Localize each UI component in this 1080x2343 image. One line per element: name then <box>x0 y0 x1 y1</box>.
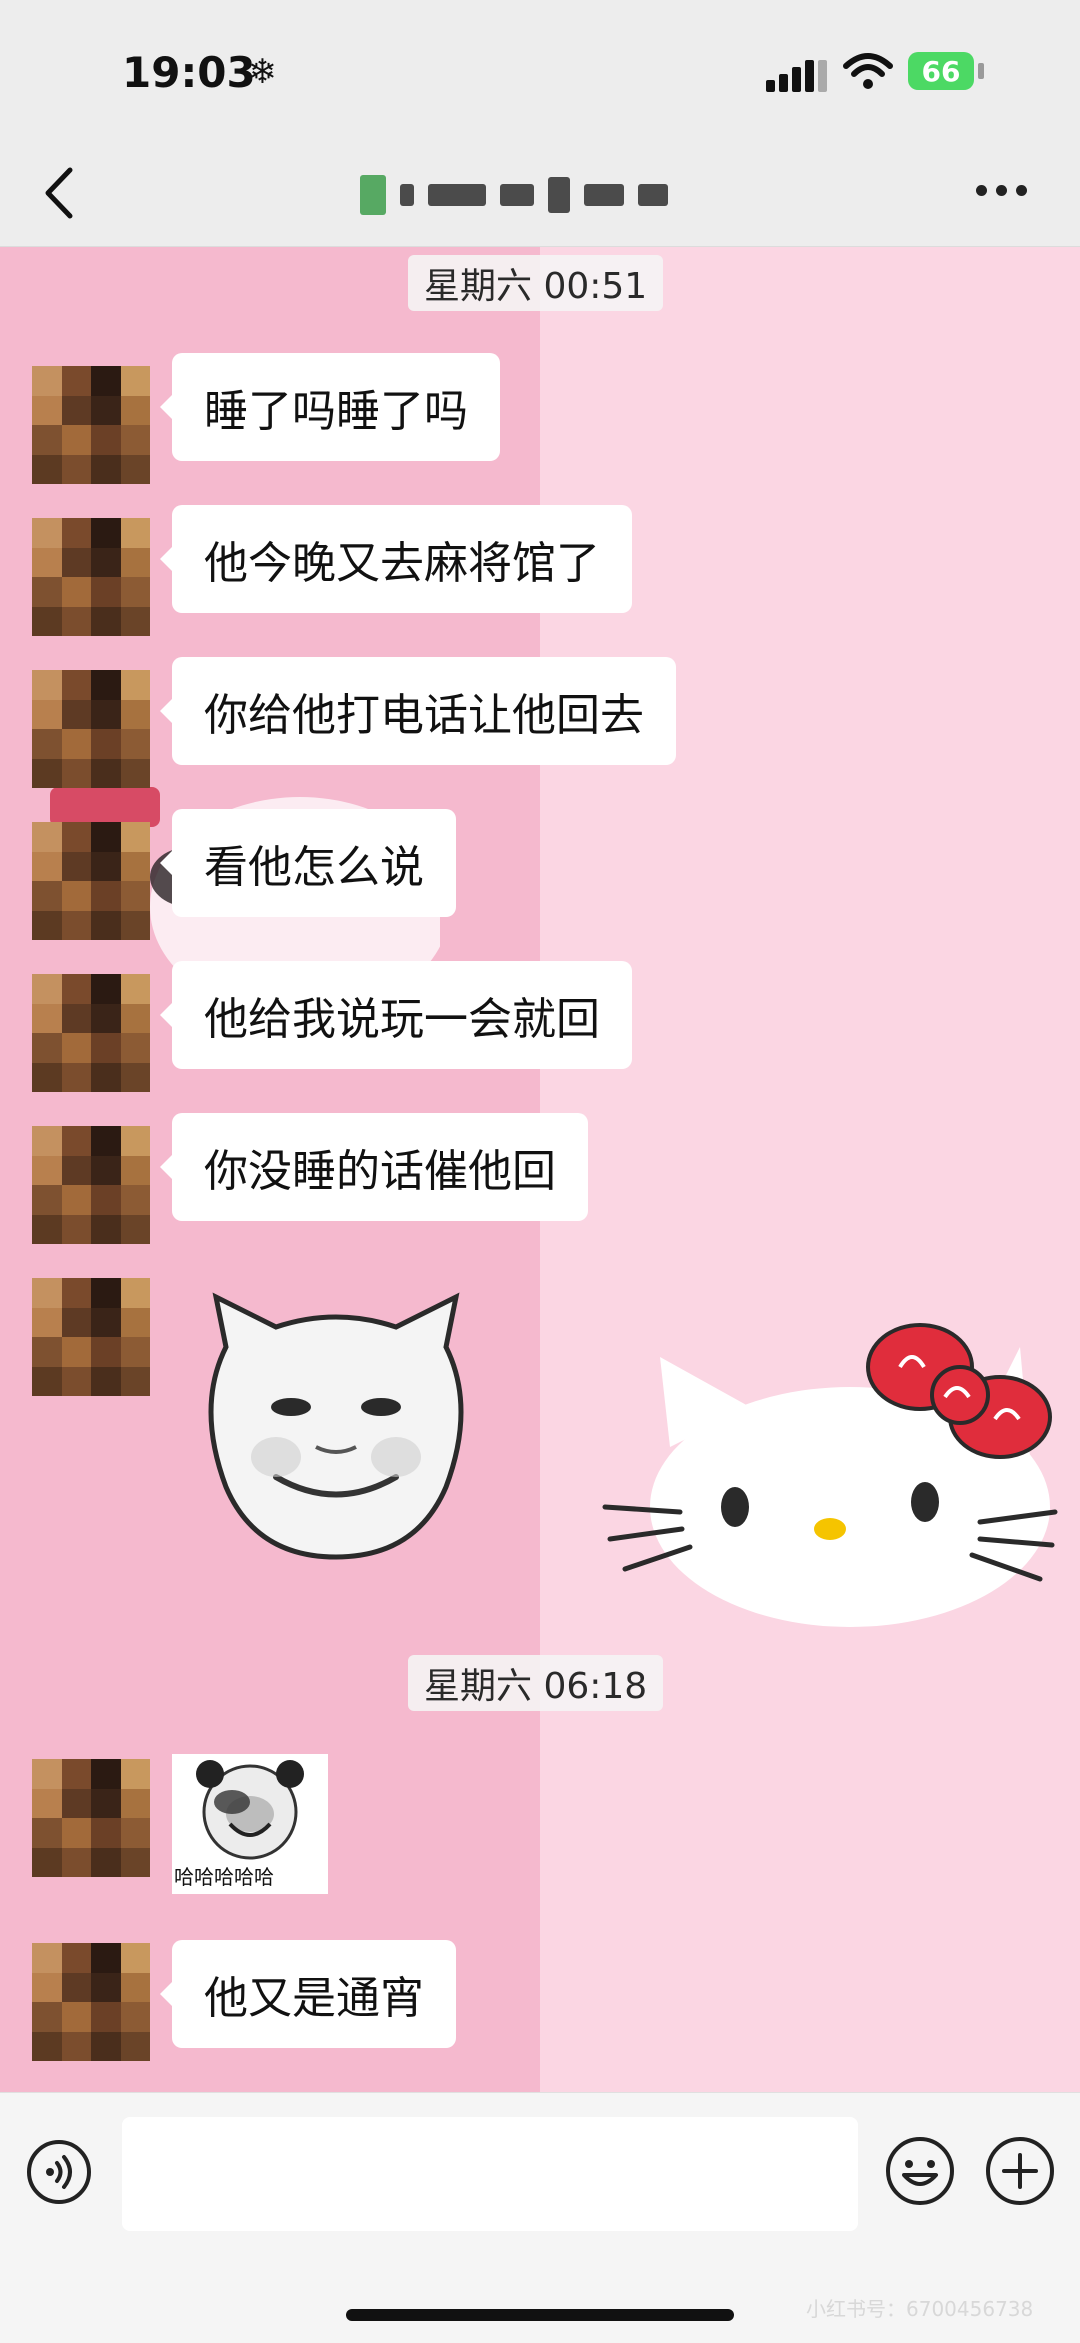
message-bubble[interactable]: 睡了吗睡了吗 <box>160 353 500 461</box>
plus-icon[interactable] <box>984 2135 1056 2207</box>
avatar[interactable] <box>32 1278 150 1396</box>
battery-icon: 66 <box>908 52 974 90</box>
message-text: 看他怎么说 <box>204 842 424 893</box>
message-input-bar: 小红书号：6700456738 <box>0 2092 1080 2343</box>
message-bubble[interactable]: 他又是通宵 <box>160 1940 456 2048</box>
watermark-text: 小红书号：6700456738 <box>806 2297 1034 2321</box>
more-dots-icon[interactable] <box>976 180 1032 200</box>
message-text: 他给我说玩一会就回 <box>204 994 600 1045</box>
face-sticker[interactable] <box>196 1287 476 1567</box>
status-bar: 19:03 ❄ 66 <box>0 0 1080 140</box>
redacted-block <box>584 184 624 206</box>
redacted-block <box>500 184 534 206</box>
message-bubble[interactable]: 他今晚又去麻将馆了 <box>160 505 632 613</box>
message-input[interactable] <box>122 2117 858 2231</box>
redacted-block <box>360 175 386 215</box>
avatar[interactable] <box>32 974 150 1092</box>
battery-level: 66 <box>921 54 961 88</box>
panda-face-icon <box>196 1760 304 1860</box>
message-text: 睡了吗睡了吗 <box>204 386 468 437</box>
avatar[interactable] <box>32 1943 150 2061</box>
redacted-block <box>400 184 414 206</box>
home-indicator[interactable] <box>346 2309 734 2321</box>
message-text: 你给他打电话让他回去 <box>204 690 644 741</box>
contact-name-redacted <box>360 170 740 220</box>
snowflake-icon: ❄ <box>248 52 277 92</box>
status-time: 19:03 <box>122 48 256 97</box>
laughing-panda-sticker[interactable]: 哈哈哈哈哈 <box>172 1754 328 1894</box>
sticker-caption: 哈哈哈哈哈 <box>174 1865 274 1889</box>
avatar[interactable] <box>32 1126 150 1244</box>
hello-kitty-wallpaper <box>602 1323 1058 1627</box>
message-bubble[interactable]: 他给我说玩一会就回 <box>160 961 632 1069</box>
avatar[interactable] <box>32 1759 150 1877</box>
emoji-icon[interactable] <box>884 2135 956 2207</box>
chat-timestamp: 星期六 06:18 <box>408 1655 664 1711</box>
voice-icon[interactable] <box>26 2139 92 2205</box>
avatar[interactable] <box>32 670 150 788</box>
redacted-block <box>638 184 668 206</box>
avatar[interactable] <box>32 822 150 940</box>
chat-header <box>0 140 1080 247</box>
redacted-block <box>548 177 570 213</box>
battery-tip <box>978 63 984 79</box>
chat-timestamp: 星期六 00:51 <box>408 255 664 311</box>
message-bubble[interactable]: 看他怎么说 <box>160 809 456 917</box>
avatar[interactable] <box>32 518 150 636</box>
avatar[interactable] <box>32 366 150 484</box>
message-text: 他又是通宵 <box>204 1973 424 2024</box>
redacted-block <box>428 184 486 206</box>
message-text: 他今晚又去麻将馆了 <box>204 538 600 589</box>
message-text: 你没睡的话催他回 <box>204 1146 556 1197</box>
wifi-icon <box>843 53 893 89</box>
message-bubble[interactable]: 你给他打电话让他回去 <box>160 657 676 765</box>
chat-messages[interactable]: 星期六 00:51 睡了吗睡了吗 他今晚又去麻将馆了 你给他打电话让他回去 看他… <box>0 247 1080 2092</box>
back-icon[interactable] <box>36 164 86 222</box>
cellular-signal-icon <box>766 58 827 92</box>
message-bubble[interactable]: 你没睡的话催他回 <box>160 1113 588 1221</box>
